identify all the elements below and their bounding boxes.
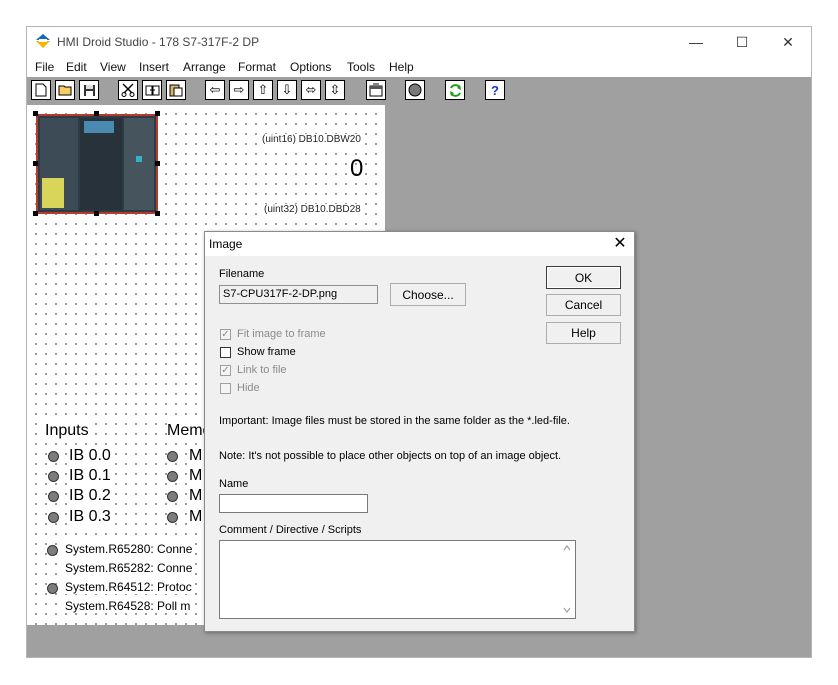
save-disk-icon[interactable] xyxy=(79,80,99,100)
window-title: HMI Droid Studio - 178 S7-317F-2 DP xyxy=(57,35,260,49)
show-frame-label: Show frame xyxy=(237,346,296,358)
menu-file[interactable]: File xyxy=(35,60,54,74)
reload-icon[interactable] xyxy=(445,80,465,100)
filename-field[interactable]: S7-CPU317F-2-DP.png xyxy=(219,285,378,304)
comment-label: Comment / Directive / Scripts xyxy=(219,524,362,536)
menu-view[interactable]: View xyxy=(100,60,126,74)
inputs-header: Inputs xyxy=(45,422,89,440)
image-dialog: Image ✕ Filename S7-CPU317F-2-DP.png Cho… xyxy=(204,231,635,632)
menu-tools[interactable]: Tools xyxy=(347,60,375,74)
comment-scrollbar[interactable] xyxy=(559,541,575,618)
name-label: Name xyxy=(219,478,249,490)
properties-icon[interactable] xyxy=(366,80,386,100)
memory-label-2: M xyxy=(189,487,203,505)
open-folder-icon[interactable] xyxy=(55,80,75,100)
hide-checkbox[interactable] xyxy=(220,383,231,394)
menu-insert[interactable]: Insert xyxy=(139,60,169,74)
ok-button[interactable]: OK xyxy=(546,266,621,289)
menu-bar: File Edit View Insert Arrange Format Opt… xyxy=(27,57,811,77)
system-led-0[interactable] xyxy=(47,545,58,556)
system-label-3: System.R64528: Poll m xyxy=(65,599,191,613)
input-label-1: IB 0.1 xyxy=(69,467,111,485)
scroll-up-icon[interactable] xyxy=(563,545,571,551)
cancel-button[interactable]: Cancel xyxy=(546,294,621,316)
menu-options[interactable]: Options xyxy=(290,60,331,74)
dialog-title-bar: Image ✕ xyxy=(205,232,634,256)
app-logo-icon xyxy=(36,34,50,48)
new-file-icon[interactable] xyxy=(31,80,51,100)
overlay-note: Note: It's not possible to place other o… xyxy=(219,450,562,462)
plc-image[interactable] xyxy=(36,114,158,214)
align-top-arrow-icon[interactable]: ⇧ xyxy=(253,80,273,100)
memory-led-3[interactable] xyxy=(167,512,178,523)
system-label-2: System.R64512: Protoc xyxy=(65,580,192,594)
menu-edit[interactable]: Edit xyxy=(66,60,87,74)
tag-label-db10-dbw20: (uint16) DB10.DBW20 xyxy=(261,134,362,145)
same-width-arrows-icon[interactable]: ⬄ xyxy=(301,80,321,100)
memory-label-0: M xyxy=(189,447,203,465)
minimize-button[interactable]: — xyxy=(673,27,719,57)
input-led-3[interactable] xyxy=(48,512,59,523)
fit-image-checkbox[interactable]: ✓ xyxy=(220,329,231,340)
cut-scissors-icon[interactable] xyxy=(118,80,138,100)
value-display: 0 xyxy=(350,155,364,182)
link-to-file-label: Link to file xyxy=(237,364,287,376)
fit-image-label: Fit image to frame xyxy=(237,328,326,340)
link-to-file-checkbox[interactable]: ✓ xyxy=(220,365,231,376)
input-label-0: IB 0.0 xyxy=(69,447,111,465)
memory-label-3: M xyxy=(189,508,203,526)
comment-textarea[interactable] xyxy=(219,540,576,619)
toolbar: ⇦ ⇨ ⇧ ⇩ ⬄ ⇳ ? xyxy=(27,77,811,105)
maximize-button[interactable]: ☐ xyxy=(719,27,765,57)
dialog-close-icon[interactable]: ✕ xyxy=(609,234,631,254)
system-led-2[interactable] xyxy=(47,583,58,594)
show-frame-checkbox[interactable] xyxy=(220,347,231,358)
align-bottom-arrow-icon[interactable]: ⇩ xyxy=(277,80,297,100)
input-led-2[interactable] xyxy=(48,491,59,502)
memory-led-0[interactable] xyxy=(167,451,178,462)
help-icon[interactable]: ? xyxy=(485,80,505,100)
memory-led-1[interactable] xyxy=(167,471,178,482)
same-height-arrows-icon[interactable]: ⇳ xyxy=(325,80,345,100)
run-circle-icon[interactable] xyxy=(405,80,425,100)
dialog-title: Image xyxy=(209,237,243,251)
system-label-0: System.R65280: Conne xyxy=(65,542,193,556)
memory-label-1: M xyxy=(189,467,203,485)
system-label-1: System.R65282: Conne xyxy=(65,561,193,575)
align-left-arrow-icon[interactable]: ⇦ xyxy=(205,80,225,100)
close-button[interactable]: ✕ xyxy=(765,27,811,57)
input-label-3: IB 0.3 xyxy=(69,508,111,526)
help-button[interactable]: Help xyxy=(546,322,621,344)
menu-help[interactable]: Help xyxy=(389,60,414,74)
align-right-arrow-icon[interactable]: ⇨ xyxy=(229,80,249,100)
tag-label-db10-dbd28: (uint32) DB10.DBD28 xyxy=(263,204,362,215)
menu-arrange[interactable]: Arrange xyxy=(183,60,226,74)
copy-icon[interactable] xyxy=(142,80,162,100)
important-note: Important: Image files must be stored in… xyxy=(219,415,570,427)
filename-label: Filename xyxy=(219,268,265,280)
choose-button[interactable]: Choose... xyxy=(390,283,466,306)
scroll-down-icon[interactable] xyxy=(563,607,571,613)
input-label-2: IB 0.2 xyxy=(69,487,111,505)
menu-format[interactable]: Format xyxy=(238,60,276,74)
hide-label: Hide xyxy=(237,382,260,394)
name-input[interactable] xyxy=(219,494,368,513)
memory-led-2[interactable] xyxy=(167,491,178,502)
input-led-0[interactable] xyxy=(48,451,59,462)
input-led-1[interactable] xyxy=(48,471,59,482)
paste-clipboard-icon[interactable] xyxy=(166,80,186,100)
title-bar: HMI Droid Studio - 178 S7-317F-2 DP — ☐ … xyxy=(27,27,811,57)
